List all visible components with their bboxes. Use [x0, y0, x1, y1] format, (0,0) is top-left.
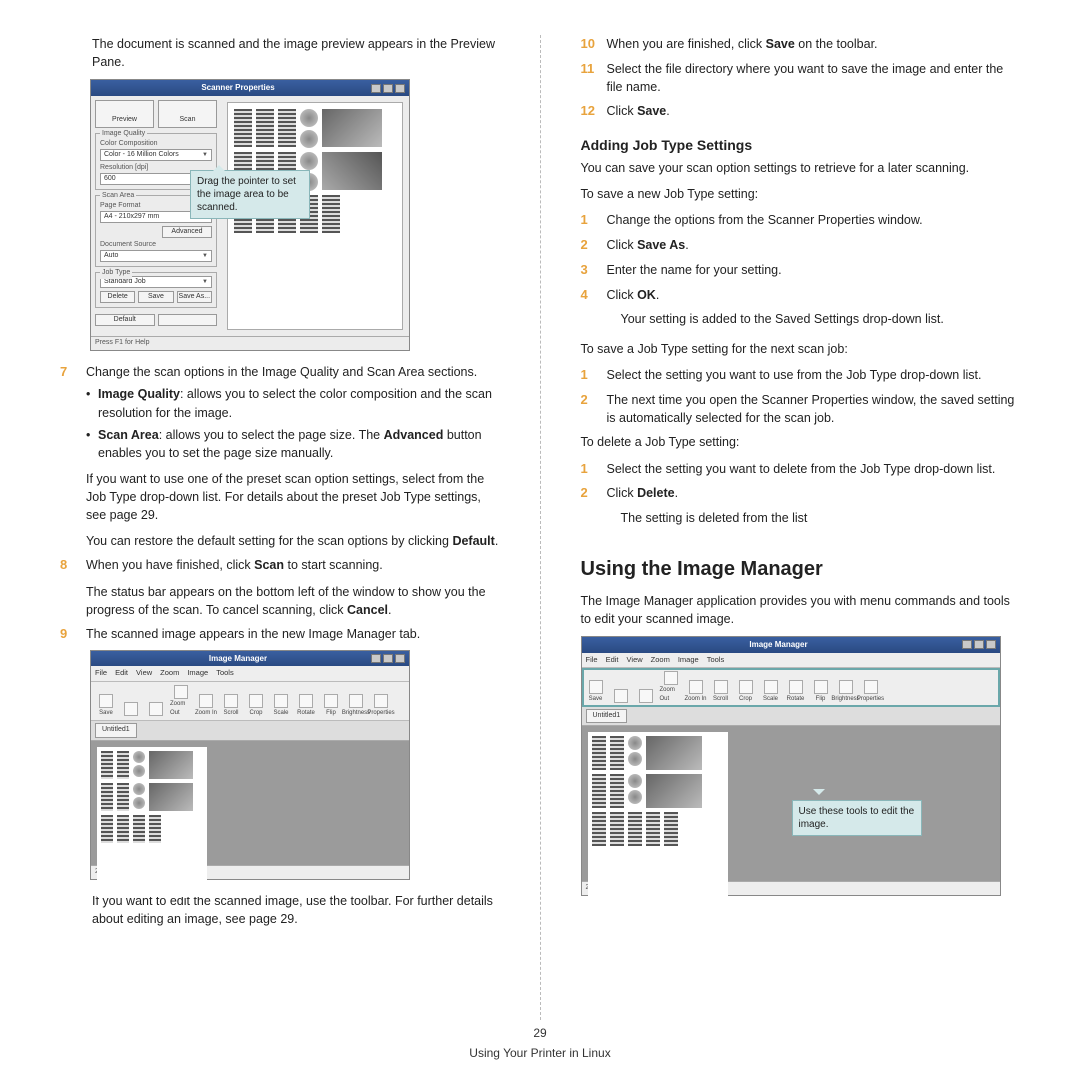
- intro-text: The document is scanned and the image pr…: [60, 35, 500, 71]
- scanner-callout: Drag the pointer to set the image area t…: [190, 170, 310, 219]
- chevron-down-icon: ▼: [202, 252, 208, 261]
- step-12: 12 Click Save.: [581, 102, 1021, 121]
- chevron-down-icon: ▼: [202, 278, 208, 287]
- menu-bar[interactable]: File Edit View Zoom Image Tools: [91, 666, 409, 682]
- max-icon[interactable]: [383, 654, 393, 663]
- heading-adding-job-type: Adding Job Type Settings: [581, 135, 1021, 155]
- flip-tool[interactable]: Flip: [320, 694, 342, 718]
- menu-bar[interactable]: File Edit View Zoom Image Tools: [582, 653, 1000, 669]
- disabled-button: [158, 314, 218, 326]
- max-icon[interactable]: [974, 640, 984, 649]
- color-composition-select[interactable]: Color - 16 Million Colors▼: [100, 149, 212, 161]
- brightness-tool[interactable]: Brightness: [345, 694, 367, 718]
- save-as-button[interactable]: Save As...: [177, 291, 212, 303]
- after-step9: If you want to edit the scanned image, u…: [60, 892, 500, 928]
- step-10: 10 When you are finished, click Save on …: [581, 35, 1021, 54]
- image-canvas[interactable]: Use these tools to edit the image.: [582, 726, 1000, 881]
- image-tab[interactable]: Untitled1: [586, 709, 628, 723]
- scroll-tool[interactable]: Scroll: [710, 680, 732, 704]
- close-icon[interactable]: [395, 84, 405, 93]
- image-canvas[interactable]: [91, 741, 409, 865]
- left-column: The document is scanned and the image pr…: [60, 35, 500, 1020]
- right-column: 10 When you are finished, click Save on …: [581, 35, 1021, 1020]
- rotate-tool[interactable]: Rotate: [295, 694, 317, 718]
- delete-button[interactable]: Delete: [100, 291, 135, 303]
- close-icon[interactable]: [986, 640, 996, 649]
- preview-button[interactable]: Preview: [95, 100, 154, 128]
- toolbar-callout: Use these tools to edit the image.: [792, 800, 922, 836]
- heading-using-image-manager: Using the Image Manager: [581, 555, 1021, 584]
- undo-tool[interactable]: [610, 689, 632, 704]
- zoom-in-tool[interactable]: Zoom In: [685, 680, 707, 704]
- image-tab[interactable]: Untitled1: [95, 723, 137, 737]
- step-9: 9 The scanned image appears in the new I…: [60, 625, 500, 644]
- save-tool[interactable]: Save: [95, 694, 117, 718]
- redo-tool[interactable]: [145, 702, 167, 717]
- zoom-out-tool[interactable]: Zoom Out: [660, 671, 682, 703]
- im-titlebar: Image Manager: [91, 651, 409, 667]
- save-button[interactable]: Save: [138, 291, 173, 303]
- flip-tool[interactable]: Flip: [810, 680, 832, 704]
- page-footer: 29 Using Your Printer in Linux: [0, 1025, 1080, 1062]
- im2-titlebar: Image Manager: [582, 637, 1000, 653]
- brightness-tool[interactable]: Brightness: [835, 680, 857, 704]
- min-icon[interactable]: [962, 640, 972, 649]
- default-button[interactable]: Default: [95, 314, 155, 326]
- undo-tool[interactable]: [120, 702, 142, 717]
- zoom-out-tool[interactable]: Zoom Out: [170, 685, 192, 717]
- job-type-group: Job Type Standard Job▼ Delete Save Save …: [95, 272, 217, 308]
- step-11: 11 Select the file directory where you w…: [581, 60, 1021, 96]
- toolbar-highlighted: Save Zoom Out Zoom In Scroll Crop Scale …: [582, 668, 1000, 706]
- min-icon[interactable]: [371, 84, 381, 93]
- max-icon[interactable]: [383, 84, 393, 93]
- scale-tool[interactable]: Scale: [270, 694, 292, 718]
- scale-tool[interactable]: Scale: [760, 680, 782, 704]
- page-number: 29: [0, 1025, 1080, 1042]
- scroll-tool[interactable]: Scroll: [220, 694, 242, 718]
- scanner-titlebar: Scanner Properties: [91, 80, 409, 96]
- toolbar: Save Zoom Out Zoom In Scroll Crop Scale …: [91, 682, 409, 721]
- rotate-tool[interactable]: Rotate: [785, 680, 807, 704]
- scanner-properties-window: Scanner Properties Preview Scan Image Qu…: [90, 79, 410, 351]
- step-7: 7 Change the scan options in the Image Q…: [60, 363, 500, 550]
- redo-tool[interactable]: [635, 689, 657, 704]
- crop-tool[interactable]: Crop: [735, 680, 757, 704]
- image-manager-window: Image Manager File Edit View Zoom Image …: [90, 650, 410, 880]
- step-8: 8 When you have finished, click Scan to …: [60, 556, 500, 618]
- properties-tool[interactable]: Properties: [860, 680, 882, 704]
- scanner-title: Scanner Properties: [201, 82, 274, 94]
- image-manager-window-large: Image Manager File Edit View Zoom Image …: [581, 636, 1001, 896]
- close-icon[interactable]: [395, 654, 405, 663]
- crop-tool[interactable]: Crop: [245, 694, 267, 718]
- min-icon[interactable]: [371, 654, 381, 663]
- scan-button[interactable]: Scan: [158, 100, 217, 128]
- advanced-button[interactable]: Advanced: [162, 226, 212, 238]
- properties-tool[interactable]: Properties: [370, 694, 392, 718]
- save-tool[interactable]: Save: [585, 680, 607, 704]
- chevron-down-icon: ▼: [202, 151, 208, 160]
- footer-section: Using Your Printer in Linux: [0, 1045, 1080, 1062]
- column-divider: [540, 35, 541, 1020]
- doc-source-select[interactable]: Auto▼: [100, 250, 212, 262]
- status-bar: Press F1 for Help: [91, 336, 409, 350]
- zoom-in-tool[interactable]: Zoom In: [195, 694, 217, 718]
